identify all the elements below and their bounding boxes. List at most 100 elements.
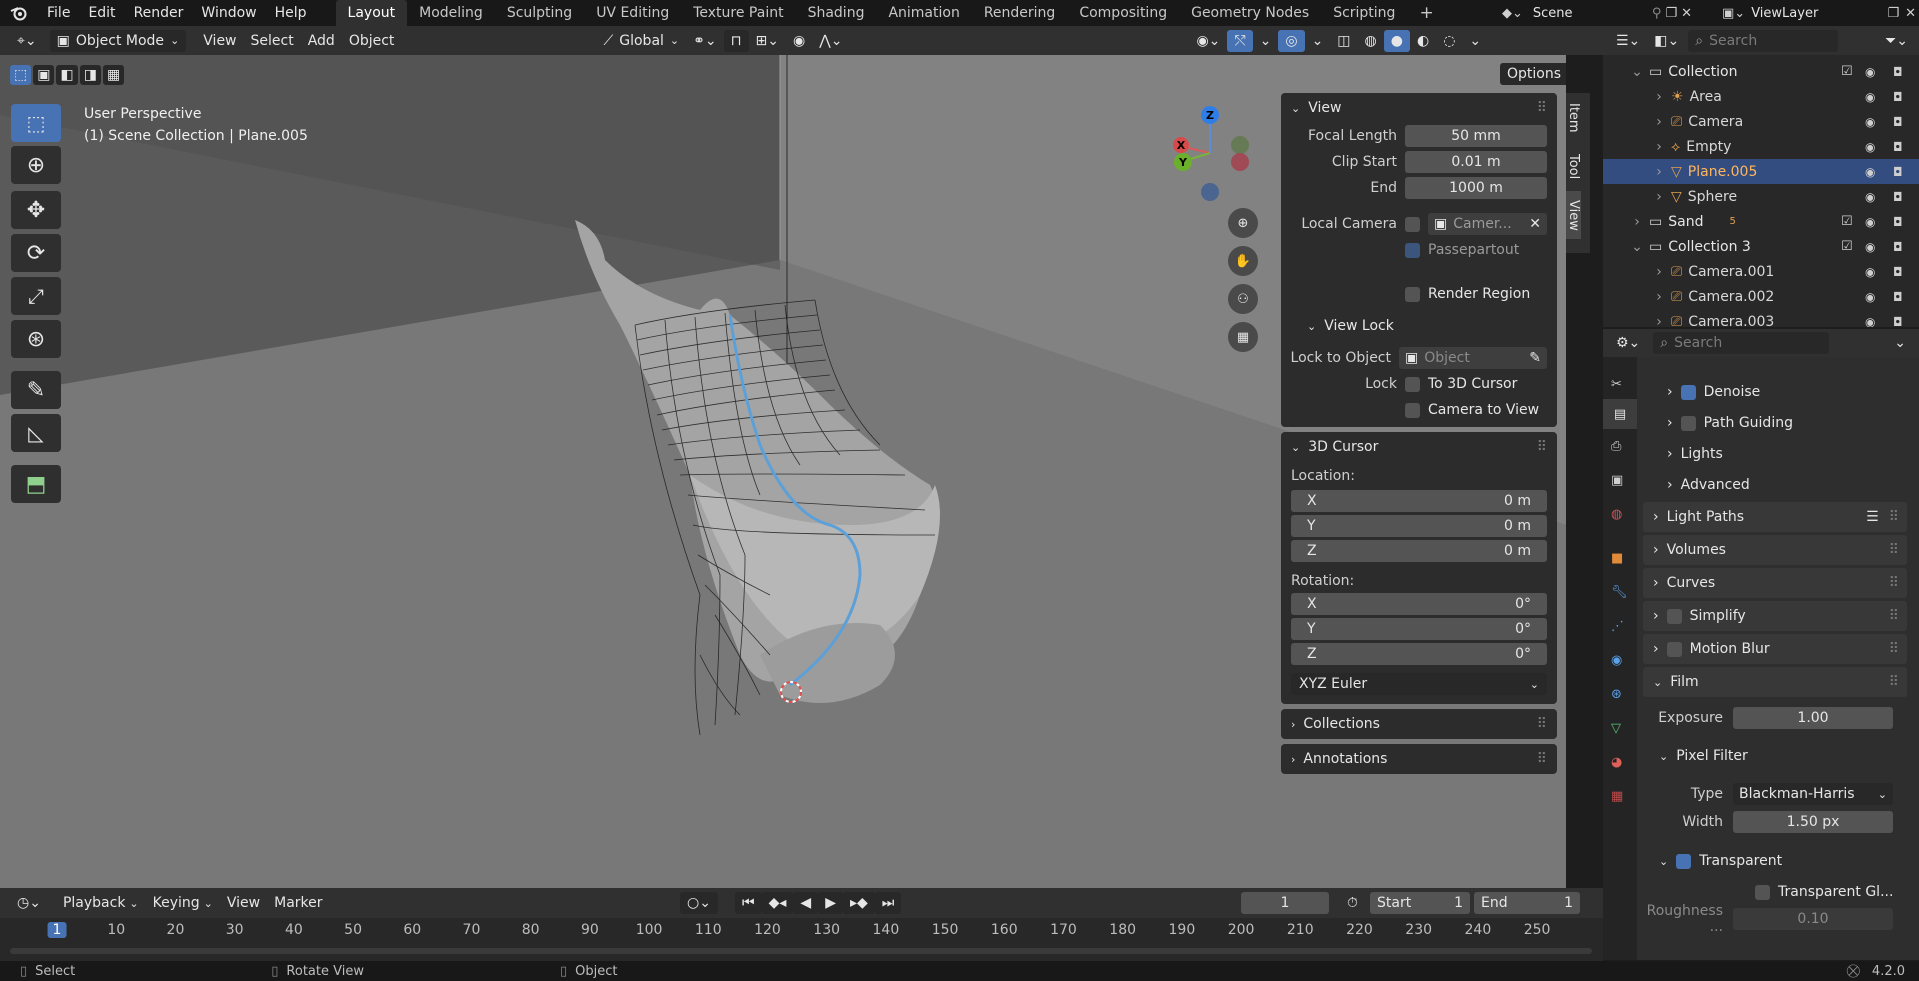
camera-view-icon[interactable]: ⚇ (1228, 284, 1258, 314)
tab-modeling[interactable]: Modeling (407, 0, 495, 26)
orientation-dropdown[interactable]: ⟋ Global ⌄ (596, 30, 686, 52)
tab-rendering[interactable]: Rendering (972, 0, 1068, 26)
select-subtract-button[interactable]: ◧ (56, 65, 78, 85)
tab-scripting[interactable]: Scripting (1321, 0, 1407, 26)
cursor-location-z[interactable]: Z 0 m (1291, 540, 1547, 562)
play-reverse-icon[interactable]: ◀ (793, 892, 819, 914)
simplify-checkbox[interactable] (1666, 608, 1682, 624)
start-frame-field[interactable]: Start 1 (1370, 892, 1470, 914)
render-visibility-icon[interactable]: ◘ (1893, 315, 1903, 328)
editor-type-button[interactable]: ⌖⌄ (10, 30, 44, 52)
motion-blur-section[interactable]: › Motion Blur ⠿ (1643, 634, 1907, 664)
visibility-button[interactable]: ◉⌄ (1189, 30, 1227, 52)
shading-dropdown[interactable]: ⌄ (1462, 30, 1488, 52)
texture-tab-icon[interactable]: ▦ (1611, 789, 1623, 804)
tab-animation[interactable]: Animation (876, 0, 971, 26)
chevron-right-icon[interactable]: › (1651, 314, 1667, 328)
scene-tab-icon[interactable]: ◍ (1611, 507, 1622, 522)
timeline-editor-type-button[interactable]: ◷⌄ (10, 892, 48, 914)
drag-handle-icon[interactable]: ⠿ (1889, 608, 1899, 624)
camera-to-view-checkbox[interactable] (1405, 402, 1420, 418)
eye-icon[interactable]: ◉ (1865, 165, 1875, 179)
eye-icon[interactable]: ◉ (1865, 140, 1875, 154)
transparent-row[interactable]: ⌄ Transparent (1659, 846, 1919, 876)
chevron-down-icon[interactable]: ⌄ (1629, 239, 1645, 255)
clip-end-field[interactable]: 1000 m (1405, 177, 1547, 199)
proportional-falloff-button[interactable]: ⋀⌄ (812, 30, 849, 52)
overlay-toggle[interactable]: ◎ (1278, 29, 1305, 52)
jump-start-icon[interactable]: ⏮ (735, 892, 762, 914)
chevron-right-icon[interactable]: › (1651, 189, 1667, 205)
outliner-row[interactable]: › ☀ Area ◉ ◘ (1603, 84, 1919, 109)
view-lock-header[interactable]: ⌄ View Lock (1281, 311, 1557, 341)
eye-icon[interactable]: ◉ (1865, 190, 1875, 204)
add-workspace-button[interactable]: + (1407, 0, 1445, 26)
annotations-header[interactable]: › Annotations ⠿ (1281, 744, 1557, 774)
scene-selector[interactable]: ◆⌄ Scene ⚲ ❐ ✕ (1502, 2, 1692, 24)
exclude-checkbox[interactable]: ☑ (1841, 214, 1853, 229)
tab-texture-paint[interactable]: Texture Paint (681, 0, 795, 26)
chevron-down-icon[interactable]: ⌄ (1629, 64, 1645, 80)
drag-handle-icon[interactable]: ⠿ (1889, 575, 1899, 591)
clip-start-field[interactable]: 0.01 m (1405, 151, 1547, 173)
options-button[interactable]: Options ⌄ (1500, 63, 1566, 85)
mode-dropdown[interactable]: ▣ Object Mode ⌄ (49, 29, 187, 52)
view-layer-tab-icon[interactable]: ▣ (1611, 473, 1623, 488)
cursor-rotation-z[interactable]: Z 0° (1291, 643, 1547, 665)
grid-perspective-icon[interactable]: ▦ (1228, 322, 1258, 352)
timeline-view-menu[interactable]: View (220, 892, 267, 914)
outliner-row[interactable]: › ⟡ Empty ◉ ◘ (1603, 134, 1919, 159)
passepartout-checkbox[interactable] (1405, 242, 1420, 258)
pan-hand-icon[interactable]: ✋ (1228, 246, 1258, 276)
exclude-checkbox[interactable]: ☑ (1841, 239, 1853, 254)
clear-icon[interactable]: ✕ (1529, 216, 1541, 232)
volumes-section[interactable]: › Volumes ⠿ (1643, 535, 1907, 565)
filter-type-dropdown[interactable]: Blackman-Harris ⌄ (1733, 783, 1893, 805)
exclude-checkbox[interactable]: ☑ (1841, 64, 1853, 79)
collections-panel[interactable]: › Collections ⠿ (1281, 709, 1557, 739)
solid-shading-button[interactable]: ● (1383, 29, 1410, 52)
timeline-scrollbar[interactable] (10, 948, 1592, 954)
eye-icon[interactable]: ◉ (1865, 315, 1875, 328)
filter-width-field[interactable]: 1.50 px (1733, 811, 1893, 833)
wireframe-shading-button[interactable]: ◍ (1358, 30, 1384, 52)
menu-view[interactable]: View (196, 30, 243, 52)
view-layer-selector[interactable]: ▣⌄ ViewLayer ❐ ✕ (1722, 2, 1916, 24)
prev-keyframe-icon[interactable]: ◆◂ (761, 892, 794, 914)
film-section[interactable]: ⌄ Film ⠿ (1643, 667, 1907, 697)
cursor-rotation-y[interactable]: Y 0° (1291, 618, 1547, 640)
chevron-right-icon[interactable]: › (1629, 214, 1645, 230)
tool-tab-icon[interactable]: ✂ (1611, 377, 1622, 392)
zoom-icon[interactable]: ⊕ (1228, 208, 1258, 238)
chevron-right-icon[interactable]: › (1651, 89, 1667, 105)
marker-menu[interactable]: Marker (267, 892, 329, 914)
display-mode-button[interactable]: ◧⌄ (1647, 30, 1686, 52)
chevron-right-icon[interactable]: › (1651, 164, 1667, 180)
outliner-row[interactable]: › ⎚ Camera.001 ◉ ◘ (1603, 259, 1919, 284)
overlay-dropdown[interactable]: ⌄ (1305, 30, 1331, 52)
eye-icon[interactable]: ◉ (1865, 90, 1875, 104)
drag-handle-icon[interactable]: ⠿ (1537, 751, 1547, 767)
material-shading-button[interactable]: ◐ (1410, 30, 1436, 52)
current-frame-field[interactable]: 1 (1241, 892, 1329, 914)
render-tab-icon[interactable]: ▤ (1603, 399, 1637, 429)
scale-tool[interactable]: ⤢ (11, 277, 61, 315)
drag-handle-icon[interactable]: ⠿ (1537, 716, 1547, 732)
output-tab-icon[interactable]: ⎙ (1611, 439, 1621, 454)
tab-sculpting[interactable]: Sculpting (495, 0, 584, 26)
eye-icon[interactable]: ◉ (1865, 115, 1875, 129)
pivot-point-button[interactable]: ⚭⌄ (686, 30, 723, 52)
outliner-row[interactable]: › ▭ Sand 5 ◉ ◘ ☑ (1603, 209, 1919, 234)
drag-handle-icon[interactable]: ⠿ (1537, 439, 1547, 455)
menu-object[interactable]: Object (342, 30, 402, 52)
select-new-button[interactable]: ⬚ (10, 65, 32, 85)
eye-icon[interactable]: ◉ (1865, 65, 1875, 79)
rotate-tool[interactable]: ⟳ (11, 234, 61, 272)
lights-row[interactable]: › Lights (1667, 439, 1919, 469)
chevron-right-icon[interactable]: › (1651, 264, 1667, 280)
menu-render[interactable]: Render (125, 0, 193, 26)
outliner-row[interactable]: › ⎚ Camera ◉ ◘ (1603, 109, 1919, 134)
tab-geometry-nodes[interactable]: Geometry Nodes (1179, 0, 1321, 26)
jump-end-icon[interactable]: ⏭ (874, 892, 902, 914)
select-intersect-button[interactable]: ▦ (102, 65, 125, 85)
